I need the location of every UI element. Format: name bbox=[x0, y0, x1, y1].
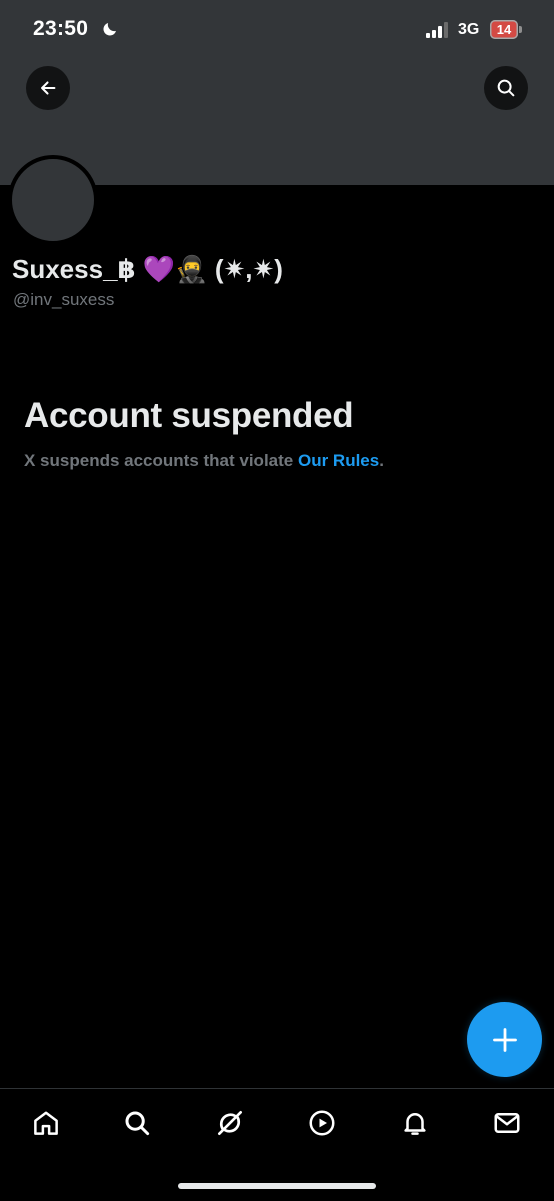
status-bar: 23:50 3G 14 bbox=[0, 0, 554, 62]
notifications-icon bbox=[404, 1113, 426, 1135]
nav-notifications[interactable] bbox=[395, 1103, 435, 1143]
nav-home[interactable] bbox=[26, 1103, 66, 1143]
home-indicator[interactable] bbox=[178, 1183, 376, 1189]
search-button[interactable] bbox=[484, 66, 528, 110]
display-name-text: Suxess_฿ bbox=[12, 254, 136, 284]
display-name: Suxess_฿ 💜🥷 (✷,✷) bbox=[12, 252, 283, 287]
moon-icon bbox=[103, 23, 116, 36]
network-label: 3G bbox=[458, 21, 480, 38]
arrow-left-icon bbox=[41, 81, 56, 95]
suspended-message: X suspends accounts that violate Our Rul… bbox=[24, 451, 384, 471]
grok-icon bbox=[218, 1111, 242, 1135]
profile-handle: @inv_suxess bbox=[13, 290, 115, 309]
our-rules-link[interactable]: Our Rules bbox=[298, 451, 379, 470]
suspended-message-text: X suspends accounts that violate bbox=[24, 451, 298, 470]
plus-icon bbox=[492, 1027, 517, 1052]
search-icon bbox=[125, 1111, 150, 1136]
battery-indicator: 14 bbox=[490, 20, 522, 39]
home-icon bbox=[34, 1111, 58, 1135]
status-time: 23:50 bbox=[33, 17, 89, 40]
battery-level: 14 bbox=[490, 20, 518, 39]
battery-cap bbox=[519, 26, 522, 33]
signal-icon bbox=[426, 22, 448, 38]
nav-messages[interactable] bbox=[487, 1103, 527, 1143]
nav-video[interactable] bbox=[302, 1103, 342, 1143]
video-icon bbox=[309, 1110, 335, 1136]
compose-button[interactable] bbox=[467, 1002, 542, 1077]
search-icon bbox=[497, 79, 515, 97]
display-name-suffix: (✷,✷) bbox=[214, 254, 283, 284]
messages-icon bbox=[494, 1113, 520, 1133]
back-button[interactable] bbox=[26, 66, 70, 110]
display-name-emoji: 💜🥷 bbox=[142, 255, 208, 285]
nav-grok[interactable] bbox=[210, 1103, 250, 1143]
nav-explore[interactable] bbox=[117, 1103, 157, 1143]
avatar[interactable] bbox=[8, 155, 98, 245]
suspended-message-end: . bbox=[379, 451, 384, 470]
suspended-title: Account suspended bbox=[24, 396, 354, 435]
